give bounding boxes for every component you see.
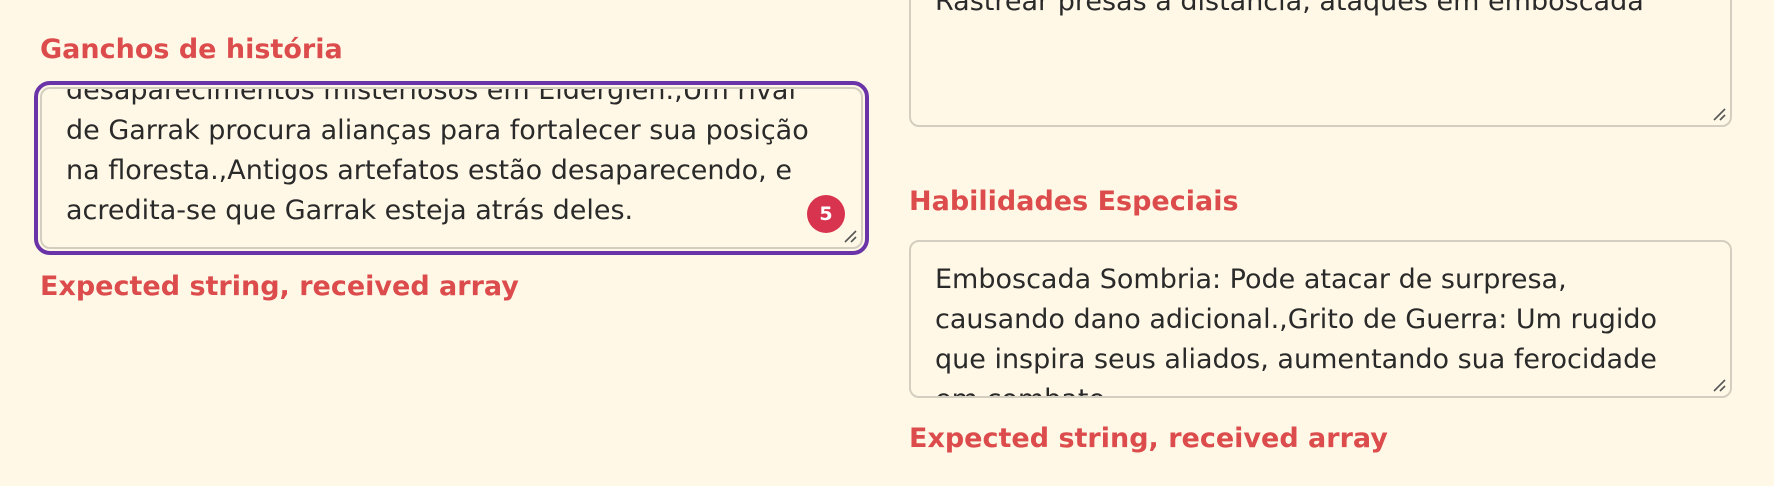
resize-grip-icon[interactable] [1710,105,1726,121]
story-hooks-text[interactable]: desaparecimentos misteriosos em Eldergie… [66,89,821,231]
story-hooks-label: Ganchos de história [40,34,343,65]
special-abilities-error: Expected string, received array [909,423,1388,454]
special-abilities-label: Habilidades Especiais [909,186,1239,217]
story-hooks-error: Expected string, received array [40,271,519,302]
tracking-text[interactable]: Rastrear presas à distância, ataques em … [935,0,1690,22]
tracking-textarea[interactable]: Rastrear presas à distância, ataques em … [909,0,1732,127]
story-hooks-count-badge: 5 [807,195,845,233]
resize-grip-icon[interactable] [1710,376,1726,392]
resize-grip-icon[interactable] [841,227,857,243]
special-abilities-text[interactable]: Emboscada Sombria: Pode atacar de surpre… [935,260,1690,396]
special-abilities-textarea[interactable]: Emboscada Sombria: Pode atacar de surpre… [909,240,1732,398]
story-hooks-textarea[interactable]: desaparecimentos misteriosos em Eldergie… [40,87,863,249]
